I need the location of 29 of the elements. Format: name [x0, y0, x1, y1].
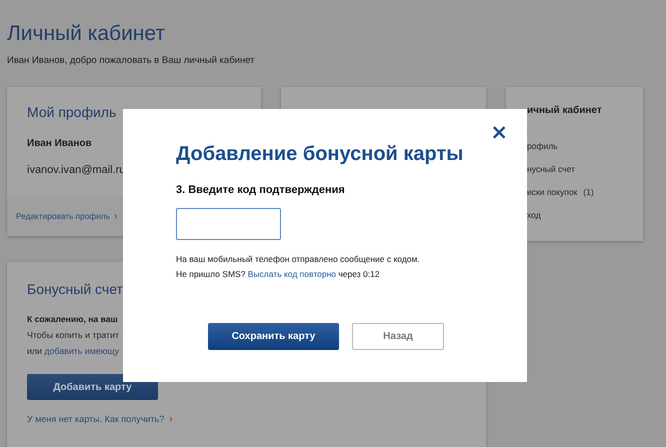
code-input-field[interactable]	[176, 208, 281, 240]
info-text: Чтобы копить и тратит	[27, 330, 120, 340]
user-name: Иван Иванов	[27, 138, 93, 149]
page-title: Личный кабинет	[7, 21, 166, 47]
help-link[interactable]: У меня нет карты. Как получить?	[27, 414, 164, 425]
sidebar-item[interactable]: ход	[527, 210, 541, 233]
dialog-button[interactable]: Сохранить карту	[208, 323, 339, 350]
user-email: ivanov.ivan@mail.ru	[27, 164, 126, 176]
message-text: На ваш мобильный телефон отправлено сообщение с кодом.	[176, 254, 421, 264]
chevron-icon: ›	[169, 414, 173, 425]
sidebar-title: ичный кабинет	[527, 104, 602, 116]
info-text: или добавить имеющу	[27, 346, 119, 356]
card-title: Бонусный счет	[27, 281, 124, 297]
sidebar-item[interactable]: иски покупок	[527, 187, 578, 210]
add-card-button[interactable]: Добавить карту	[27, 374, 158, 400]
modal-title: Добавление бонусной карты	[176, 143, 464, 166]
welcome-text: Иван Иванов, добро пожаловать в Ваш личный кабинет	[7, 55, 256, 66]
field-label: 3. Введите код подтверждения	[176, 184, 346, 196]
sidebar-item[interactable]: рофиль	[527, 141, 558, 164]
sidebar-item[interactable]: нусный счет	[527, 164, 575, 187]
card-title: Мой профиль	[27, 104, 118, 120]
dialog-button[interactable]: Назад	[352, 323, 444, 350]
notice-text: К сожалению, на ваш	[27, 314, 118, 324]
chevron-icon: ›	[114, 210, 118, 222]
resend-link[interactable]: Выслать код повторно	[248, 269, 336, 279]
edit-profile-link[interactable]: Редактировать профиль	[16, 211, 110, 221]
resend-text: Не пришло SMS? Выслать код повторно через 0:12	[176, 269, 381, 279]
item-count: (1)	[583, 187, 594, 199]
add-card-link[interactable]: добавить имеющу	[44, 346, 119, 356]
